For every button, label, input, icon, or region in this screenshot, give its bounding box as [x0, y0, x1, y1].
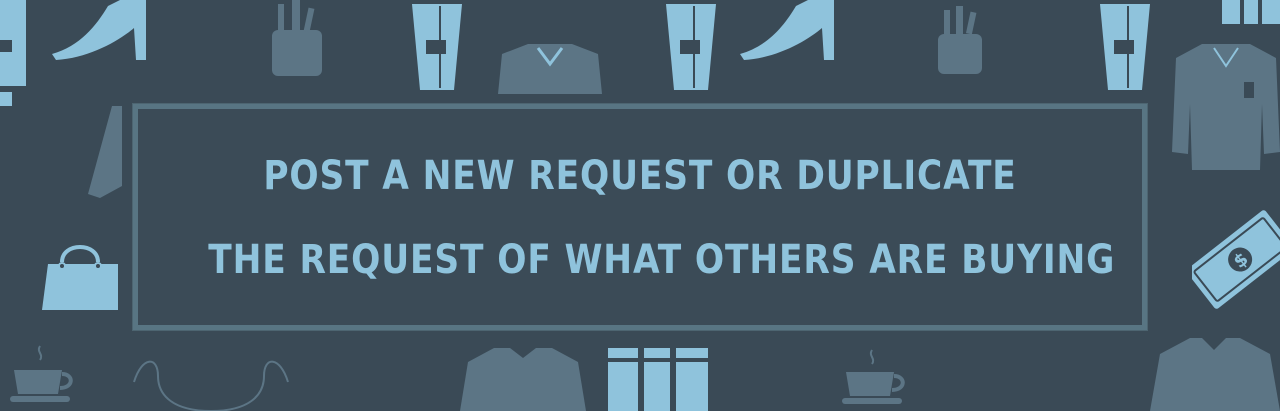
pencil-cup-icon [938, 6, 982, 74]
headline-frame: POST A NEW REQUEST OR DUPLICATE THE REQU… [133, 104, 1147, 330]
coffee-cup-icon [10, 345, 73, 402]
high-heel-icon [740, 0, 834, 60]
sweater-icon [460, 348, 586, 411]
glass-icon [666, 4, 716, 90]
bottle-icon [0, 0, 26, 106]
headline-line-1: POST A NEW REQUEST OR DUPLICATE [263, 153, 1017, 199]
coat-sleeve-icon [88, 106, 122, 198]
handbag-icon [42, 245, 118, 310]
sweater-icon [498, 44, 602, 94]
headline-line-2: THE REQUEST OF WHAT OTHERS ARE BUYING [208, 237, 1116, 283]
coffee-cup-icon [842, 349, 905, 404]
high-heel-icon [52, 0, 146, 60]
pencil-cup-icon [272, 0, 322, 76]
gift-box-icon [1222, 0, 1280, 24]
glass-icon [1100, 4, 1150, 90]
sweater-icon [1150, 338, 1280, 411]
promo-banner: $ POST A NEW REQUEST OR DUPLICATE THE RE… [0, 0, 1280, 411]
glass-icon [412, 4, 462, 90]
necklace-icon [133, 360, 289, 411]
gift-box-icon [608, 348, 708, 411]
money-bill-icon: $ [1192, 210, 1280, 309]
shirt-icon [1172, 44, 1280, 170]
